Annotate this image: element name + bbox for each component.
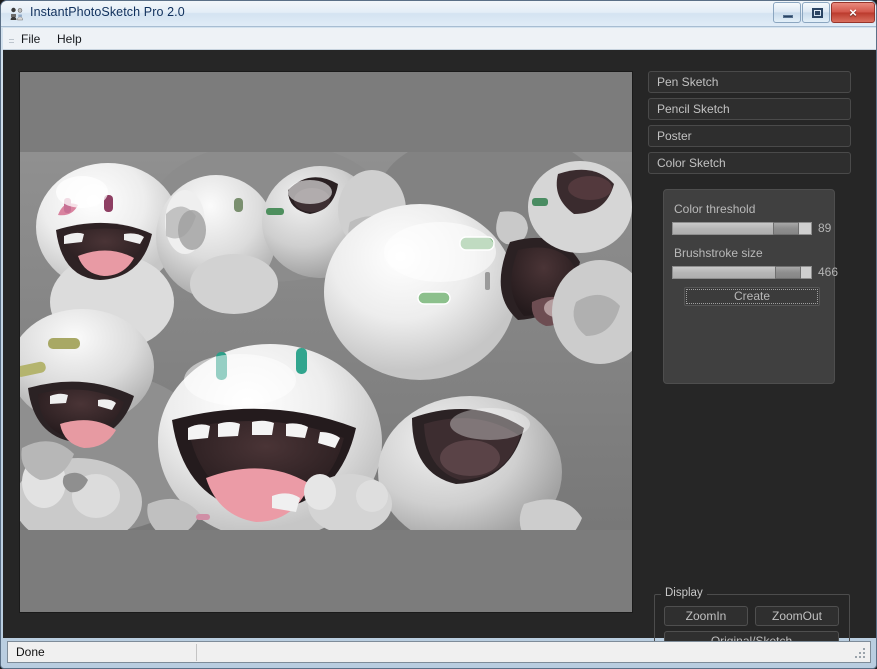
window-title: InstantPhotoSketch Pro 2.0 — [30, 5, 185, 19]
display-group-legend: Display — [661, 587, 707, 599]
minimize-icon — [783, 15, 793, 18]
color-threshold-value: 89 — [818, 221, 832, 235]
create-button[interactable]: Create — [684, 287, 820, 306]
create-button-focus-ring — [686, 289, 818, 304]
brushstroke-size-value: 466 — [818, 265, 839, 279]
status-message: Done — [16, 645, 45, 659]
brushstroke-size-slider-thumb[interactable] — [775, 266, 801, 279]
color-threshold-slider-thumb[interactable] — [773, 222, 799, 235]
maximize-button[interactable] — [802, 2, 830, 23]
application-window: InstantPhotoSketch Pro 2.0 × File Help P… — [0, 0, 877, 669]
window-controls: × — [772, 2, 875, 23]
menu-bar: File Help — [3, 28, 876, 50]
mode-button-color-sketch[interactable]: Color Sketch — [648, 152, 851, 174]
menu-item-file[interactable]: File — [15, 31, 46, 47]
close-button[interactable]: × — [831, 2, 875, 23]
status-bar: Done — [7, 641, 871, 663]
restore-icon — [812, 8, 823, 18]
zoom-in-button[interactable]: ZoomIn — [664, 606, 748, 626]
tools-side-panel: Pen Sketch Pencil Sketch Poster Color Sk… — [648, 71, 858, 656]
image-canvas-panel[interactable] — [19, 71, 633, 613]
status-separator — [196, 644, 197, 661]
color-threshold-label: Color threshold — [674, 202, 756, 216]
brushstroke-size-slider[interactable] — [672, 266, 812, 279]
menu-item-help[interactable]: Help — [51, 31, 88, 47]
minimize-button[interactable] — [773, 2, 801, 23]
brushstroke-size-label: Brushstroke size — [674, 246, 763, 260]
mode-button-pen-sketch[interactable]: Pen Sketch — [648, 71, 851, 93]
app-people-icon — [9, 6, 25, 22]
mode-button-pencil-sketch[interactable]: Pencil Sketch — [648, 98, 851, 120]
color-threshold-slider[interactable] — [672, 222, 812, 235]
client-area: Pen Sketch Pencil Sketch Poster Color Sk… — [3, 50, 876, 656]
close-icon: × — [849, 5, 857, 20]
menu-grip-icon — [9, 33, 15, 43]
title-bar: InstantPhotoSketch Pro 2.0 × — [1, 1, 876, 27]
preview-image — [20, 152, 632, 530]
color-sketch-settings-panel: Color threshold 89 Brushstroke size 466 … — [663, 189, 839, 384]
zoom-out-button[interactable]: ZoomOut — [755, 606, 839, 626]
resize-grip-icon[interactable] — [855, 648, 867, 660]
mode-button-poster[interactable]: Poster — [648, 125, 851, 147]
